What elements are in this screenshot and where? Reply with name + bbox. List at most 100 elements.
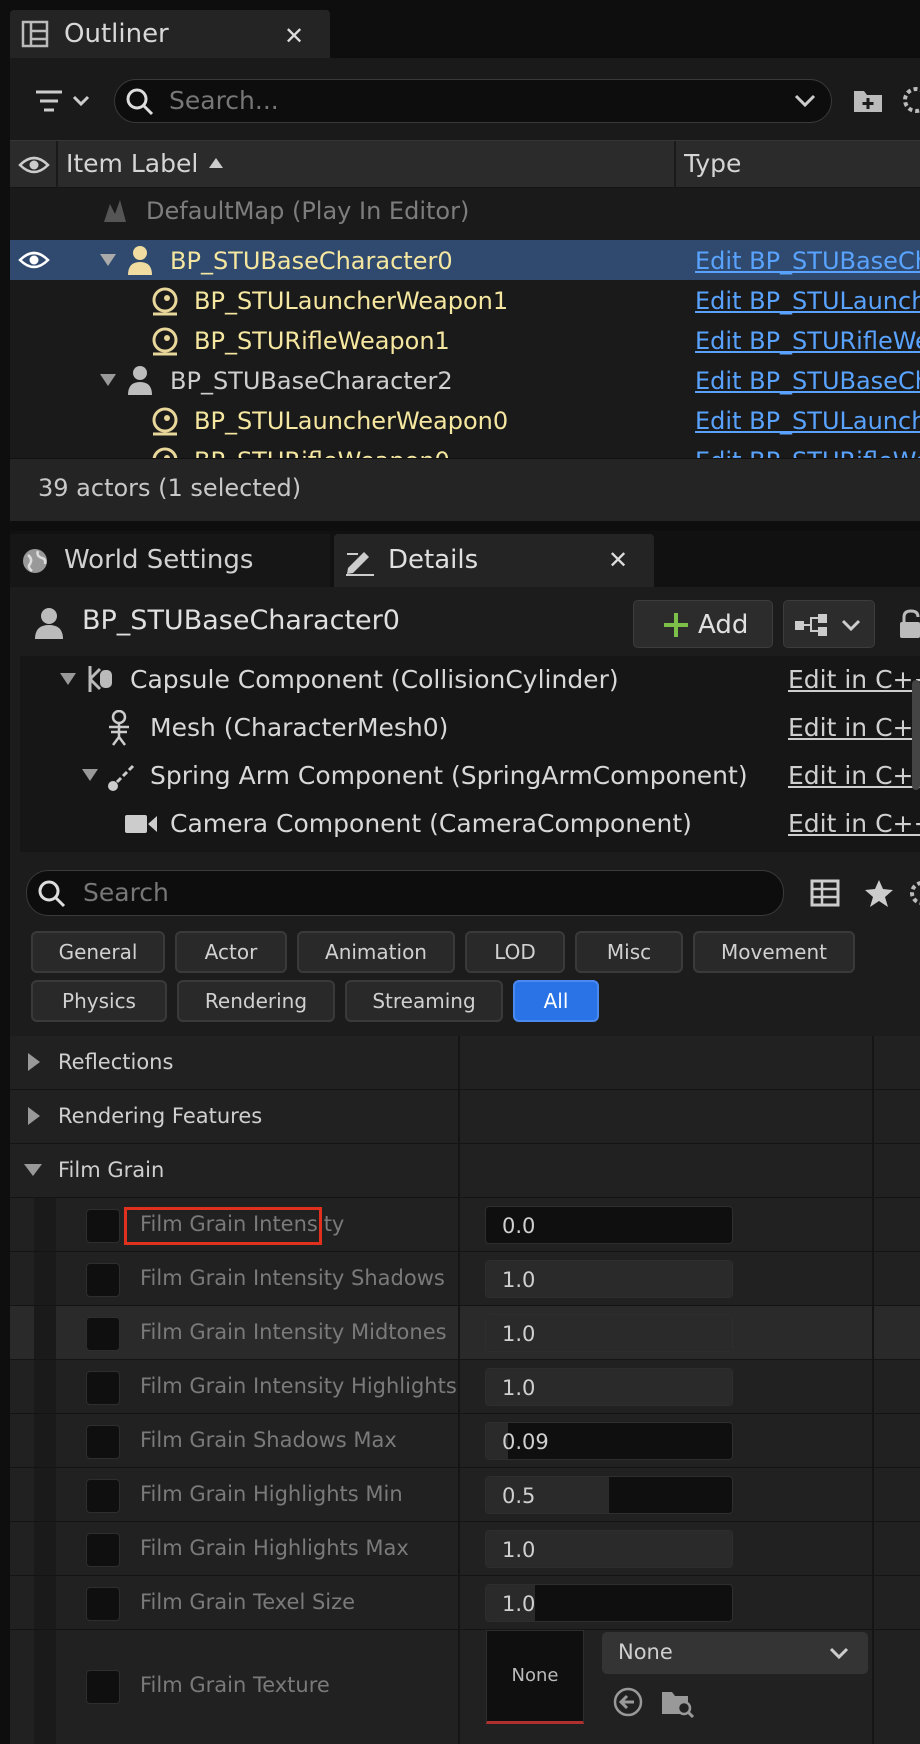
collapse-arrow-icon[interactable] [22,1162,44,1178]
tree-row-defaultmap[interactable]: DefaultMap (Play In Editor) [10,190,920,230]
eye-icon[interactable] [18,153,50,177]
texture-asset-dropdown[interactable]: None [602,1632,868,1674]
edit-in-cpp-link[interactable]: Edit in C++ [788,713,920,742]
edit-blueprint-link[interactable]: Edit BP_STURifleWeapon [695,327,920,355]
edit-in-cpp-link[interactable]: Edit in C++ [788,809,920,838]
column-type[interactable]: Type [684,149,741,178]
column-divider[interactable] [458,1360,460,1413]
star-icon[interactable] [864,878,894,908]
expand-arrow-icon[interactable] [98,252,118,268]
filter-animation-button[interactable]: Animation [297,931,455,973]
property-value-input[interactable]: 0.09 [485,1422,733,1460]
details-search-input[interactable]: Search [26,870,784,916]
override-checkbox[interactable] [86,1479,120,1513]
column-divider[interactable] [458,1414,460,1467]
override-checkbox[interactable] [86,1317,120,1351]
section-rendering-features[interactable]: Rendering Features [10,1090,920,1144]
filter-rendering-button[interactable]: Rendering [177,980,335,1022]
outliner-tab[interactable]: Outliner ✕ [10,10,330,58]
gear-icon[interactable] [900,85,920,115]
expand-arrow-icon[interactable] [26,1051,42,1073]
tree-row[interactable]: BP_STULauncherWeapon0 Edit BP_STULaunche… [10,400,920,440]
column-divider[interactable] [458,1198,460,1251]
property-value-input[interactable]: 0.5 [485,1476,733,1514]
capsule-icon [84,662,118,696]
expand-arrow-icon[interactable] [26,1105,42,1127]
property-value-input[interactable]: 1.0 [485,1584,733,1622]
edit-in-cpp-link[interactable]: Edit in C++ [788,665,920,694]
column-divider[interactable] [458,1144,460,1197]
expand-arrow-icon[interactable] [80,767,100,783]
section-film-grain[interactable]: Film Grain [10,1144,920,1198]
override-checkbox[interactable] [86,1263,120,1297]
sort-ascending-icon[interactable] [208,156,224,170]
component-row[interactable]: Spring Arm Component (SpringArmComponent… [20,752,920,800]
column-divider[interactable] [458,1468,460,1521]
actor-name[interactable]: BP_STUBaseCharacter0 [82,605,400,636]
close-icon[interactable]: ✕ [608,546,628,574]
filter-icon[interactable] [34,86,94,116]
tree-row[interactable]: BP_STURifleWeapon1 Edit BP_STURifleWeapo… [10,320,920,360]
chevron-down-icon[interactable] [793,92,817,110]
edit-blueprint-link[interactable]: Edit BP_STURifleWeapon [695,447,920,458]
expand-arrow-icon[interactable] [98,372,118,388]
column-divider[interactable] [458,1306,460,1359]
close-icon[interactable]: ✕ [284,22,304,50]
component-row[interactable]: Capsule Component (CollisionCylinder) Ed… [20,656,920,704]
filter-all-button[interactable]: All [513,980,599,1022]
browse-asset-icon[interactable] [660,1686,696,1718]
filter-lod-button[interactable]: LOD [465,931,565,973]
settings-gear-icon[interactable] [908,878,920,908]
override-checkbox[interactable] [86,1670,120,1704]
property-value-input[interactable]: 1.0 [485,1260,733,1298]
filter-movement-button[interactable]: Movement [693,931,855,973]
override-checkbox[interactable] [86,1533,120,1567]
filter-streaming-button[interactable]: Streaming [345,980,503,1022]
add-component-button[interactable]: Add [633,600,773,648]
filter-physics-button[interactable]: Physics [31,980,167,1022]
expand-arrow-icon[interactable] [58,671,78,687]
property-row-film-grain-intensity: Film Grain Intensity 0.0 [10,1198,920,1252]
property-value-input[interactable]: 1.0 [485,1314,733,1352]
eye-icon[interactable] [18,248,50,272]
component-row[interactable]: Camera Component (CameraComponent) Edit … [20,800,920,848]
tree-row[interactable]: BP_STUBaseCharacter2 Edit BP_STUBaseChar… [10,360,920,400]
lock-icon[interactable] [898,608,920,640]
tab-details[interactable]: Details ✕ [334,534,654,587]
column-item-label[interactable]: Item Label [66,149,198,178]
column-divider[interactable] [458,1630,460,1744]
edit-in-cpp-link[interactable]: Edit in C++ [788,761,920,790]
table-view-icon[interactable] [810,878,840,908]
tree-row-selected[interactable]: BP_STUBaseCharacter0 Edit BP_STUBaseChar… [10,240,920,280]
override-checkbox[interactable] [86,1587,120,1621]
edit-blueprint-link[interactable]: Edit BP_STULauncherWeapon [695,287,920,315]
filter-misc-button[interactable]: Misc [575,931,683,973]
property-value-input[interactable]: 1.0 [485,1530,733,1568]
add-folder-icon[interactable] [852,85,884,115]
texture-thumbnail[interactable]: None [486,1630,584,1724]
blueprint-options-button[interactable] [783,600,875,648]
property-value-input[interactable]: 1.0 [485,1368,733,1406]
use-selected-asset-icon[interactable] [612,1686,644,1718]
edit-blueprint-link[interactable]: Edit BP_STULauncherWeapon [695,407,920,435]
column-divider[interactable] [458,1036,460,1089]
override-checkbox[interactable] [86,1371,120,1405]
override-checkbox[interactable] [86,1209,120,1243]
tree-row[interactable]: BP_STURifleWeapon0 Edit BP_STURifleWeapo… [10,440,920,458]
outliner-search-input[interactable]: Search... [114,79,832,123]
section-reflections[interactable]: Reflections [10,1036,920,1090]
filter-actor-button[interactable]: Actor [175,931,287,973]
tree-row[interactable]: BP_STULauncherWeapon1 Edit BP_STULaunche… [10,280,920,320]
column-divider[interactable] [458,1090,460,1143]
property-value-input[interactable]: 0.0 [485,1206,733,1244]
column-divider[interactable] [458,1576,460,1629]
component-row[interactable]: Mesh (CharacterMesh0) Edit in C++ [20,704,920,752]
column-divider[interactable] [458,1252,460,1305]
component-tree-scrollbar[interactable] [912,680,920,790]
edit-blueprint-link[interactable]: Edit BP_STUBaseCharacter [695,367,920,395]
tab-world-settings[interactable]: World Settings [10,534,330,587]
edit-blueprint-link[interactable]: Edit BP_STUBaseCharacter [695,247,920,275]
filter-general-button[interactable]: General [31,931,165,973]
override-checkbox[interactable] [86,1425,120,1459]
column-divider[interactable] [458,1522,460,1575]
